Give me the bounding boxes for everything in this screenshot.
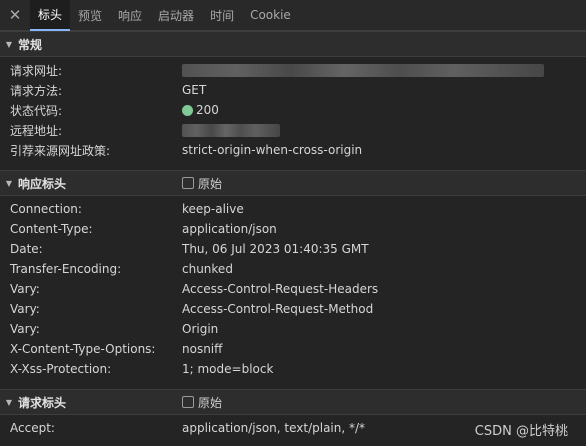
response-header-row: Date: Thu, 06 Jul 2023 01:40:35 GMT (0, 239, 586, 259)
request-method-key: 请求方法: (10, 83, 63, 98)
response-header-row: Vary: Access-Control-Request-Method (0, 299, 586, 319)
header-key: Accept: (10, 421, 55, 435)
request-url-key: 请求网址: (10, 63, 63, 78)
remote-address-key: 远程地址: (10, 123, 63, 138)
response-header-row: Content-Type: application/json (0, 219, 586, 239)
status-code-key: 状态代码: (10, 103, 63, 118)
general-row-remote-address: 远程地址: (0, 120, 586, 140)
response-header-row: X-Content-Type-Options: nosniff (0, 339, 586, 359)
header-value: application/json, text/plain, */* (182, 421, 366, 435)
header-value: Access-Control-Request-Method (182, 302, 374, 316)
general-row-status-code: 状态代码: 200 (0, 100, 586, 120)
header-value: nosniff (182, 342, 223, 356)
response-header-row: Connection: keep-alive (0, 199, 586, 219)
response-header-row: X-Xss-Protection: 1; mode=block (0, 359, 586, 379)
request-headers-title: 请求标头 (18, 395, 67, 410)
tab-cookies[interactable]: Cookie (242, 0, 299, 31)
referrer-policy-value: strict-origin-when-cross-origin (182, 143, 363, 157)
header-value: keep-alive (182, 202, 244, 216)
request-raw-toggle[interactable]: 原始 (182, 394, 222, 411)
collapse-triangle-icon[interactable]: ▼ (0, 179, 18, 188)
header-value: application/json (182, 222, 277, 236)
tab-bar: ✕ 标头 预览 响应 启动器 时间 Cookie (0, 0, 586, 31)
header-value: Access-Control-Request-Headers (182, 282, 379, 296)
tab-preview[interactable]: 预览 (70, 0, 110, 31)
response-header-row: Vary: Access-Control-Request-Headers (0, 279, 586, 299)
status-code-value: 200 (182, 103, 219, 117)
close-icon[interactable]: ✕ (0, 0, 30, 31)
watermark-text: CSDN @比特桃 (474, 424, 568, 439)
remote-address-value (182, 123, 280, 137)
status-ok-icon (182, 104, 193, 116)
general-section-title: 常规 (18, 37, 43, 52)
response-header-row: Transfer-Encoding: chunked (0, 259, 586, 279)
redacted-address-blur (182, 123, 280, 137)
general-row-referrer-policy: 引荐来源网址政策: strict-origin-when-cross-origi… (0, 140, 586, 160)
raw-label: 原始 (198, 176, 223, 191)
header-key: Transfer-Encoding: (10, 262, 122, 276)
raw-checkbox[interactable] (182, 177, 194, 189)
header-value: Origin (182, 322, 219, 336)
raw-checkbox[interactable] (182, 396, 194, 408)
tab-headers[interactable]: 标头 (30, 0, 71, 31)
tab-response[interactable]: 响应 (110, 0, 150, 31)
header-key: X-Xss-Protection: (10, 362, 112, 376)
header-value: Thu, 06 Jul 2023 01:40:35 GMT (182, 242, 369, 256)
header-key: X-Content-Type-Options: (10, 342, 156, 356)
header-key: Date: (10, 242, 43, 256)
request-method-value: GET (182, 83, 207, 97)
header-key: Vary: (10, 322, 40, 336)
general-row-request-method: 请求方法: GET (0, 80, 586, 100)
collapse-triangle-icon[interactable]: ▼ (0, 40, 18, 49)
response-headers-title: 响应标头 (18, 176, 67, 191)
request-headers-section-header[interactable]: ▼ 请求标头 原始 (0, 389, 586, 415)
general-row-request-url: 请求网址: (0, 60, 586, 80)
raw-label: 原始 (198, 395, 223, 410)
header-key: Vary: (10, 282, 40, 296)
tab-initiator[interactable]: 启动器 (150, 0, 202, 31)
header-value: 1; mode=block (182, 362, 274, 376)
header-key: Vary: (10, 302, 40, 316)
status-code-text: 200 (196, 103, 219, 117)
collapse-triangle-icon[interactable]: ▼ (0, 398, 18, 407)
referrer-policy-key: 引荐来源网址政策: (10, 143, 111, 158)
header-value: chunked (182, 262, 233, 276)
response-raw-toggle[interactable]: 原始 (182, 175, 222, 192)
tab-timing[interactable]: 时间 (202, 0, 242, 31)
redacted-url-blur (182, 63, 544, 77)
request-url-value[interactable] (182, 63, 544, 77)
response-header-row: Vary: Origin (0, 319, 586, 339)
general-section-header[interactable]: ▼ 常规 (0, 31, 586, 57)
response-headers-section-header[interactable]: ▼ 响应标头 原始 (0, 170, 586, 196)
header-key: Connection: (10, 202, 82, 216)
header-key: Content-Type: (10, 222, 93, 236)
